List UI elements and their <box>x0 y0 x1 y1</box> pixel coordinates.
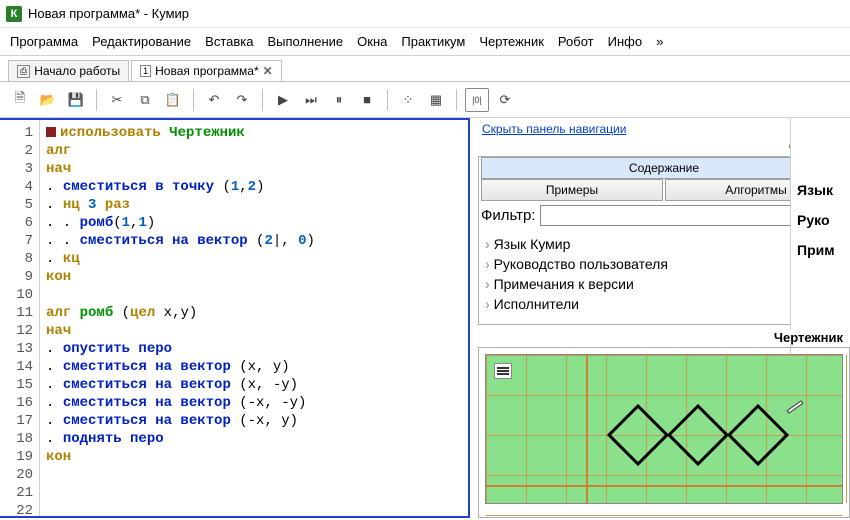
breakpoint-icon[interactable] <box>46 127 56 137</box>
code-editor[interactable]: использовать Чертежникалгнач. сместиться… <box>40 120 468 516</box>
code-line[interactable]: . поднять перо <box>46 430 462 448</box>
step-icon[interactable]: ⏭ <box>299 88 323 112</box>
menu-Редактирование[interactable]: Редактирование <box>92 34 191 49</box>
menu-Окна[interactable]: Окна <box>357 34 387 49</box>
tab-label: Начало работы <box>34 64 120 78</box>
modules-icon[interactable]: ⁘ <box>396 88 420 112</box>
code-line[interactable]: нач <box>46 322 462 340</box>
paste-icon[interactable]: 📋 <box>161 88 185 112</box>
new-file-icon[interactable]: 🗎 <box>8 88 32 112</box>
code-line[interactable]: . . ромб(1,1) <box>46 214 462 232</box>
diamond-shape <box>727 404 789 466</box>
code-line[interactable]: кон <box>46 448 462 466</box>
code-line[interactable]: . опустить перо <box>46 340 462 358</box>
run-icon[interactable]: ▶ <box>271 88 295 112</box>
code-line[interactable] <box>46 502 462 520</box>
side-topic[interactable]: Прим <box>797 242 844 258</box>
editor-tab[interactable]: ⎙ Начало работы <box>8 60 129 81</box>
right-panels: Скрыть панель навигации Справка Содержан… <box>470 118 850 518</box>
tabbar: ⎙ Начало работы 1 Новая программа* ✕ <box>0 56 850 82</box>
side-topic[interactable]: Руко <box>797 212 844 228</box>
code-line[interactable] <box>46 466 462 484</box>
code-line[interactable]: алг <box>46 142 462 160</box>
menu-»[interactable]: » <box>656 34 663 49</box>
pen-icon <box>786 400 803 414</box>
window-title: Новая программа* - Кумир <box>28 6 189 21</box>
code-line[interactable]: . сместиться на вектор (-x, -y) <box>46 394 462 412</box>
close-icon[interactable]: ✕ <box>263 64 273 78</box>
code-line[interactable]: использовать Чертежник <box>46 124 462 142</box>
copy-icon[interactable]: ⧉ <box>133 88 157 112</box>
stop-icon[interactable]: ■ <box>355 88 379 112</box>
menu-Чертежник[interactable]: Чертежник <box>479 34 544 49</box>
save-icon[interactable]: 💾 <box>64 88 88 112</box>
tab-label: Новая программа* <box>155 64 259 78</box>
code-line[interactable]: . сместиться в точку (1,2) <box>46 178 462 196</box>
separator <box>387 89 388 111</box>
code-line[interactable]: . кц <box>46 250 462 268</box>
separator <box>193 89 194 111</box>
menu-Выполнение[interactable]: Выполнение <box>267 34 343 49</box>
separator <box>96 89 97 111</box>
filter-label: Фильтр: <box>481 207 536 224</box>
menu-Программа[interactable]: Программа <box>10 34 78 49</box>
open-file-icon[interactable]: 📂 <box>36 88 60 112</box>
diamond-shape <box>667 404 729 466</box>
code-line[interactable] <box>46 286 462 304</box>
drawer-canvas[interactable] <box>485 354 843 504</box>
undo-icon[interactable]: ↶ <box>202 88 226 112</box>
toolbar: 🗎 📂 💾 ✂ ⧉ 📋 ↶ ↷ ▶ ⏭ ⏸ ■ ⁘ ▦ |0| ⟳ <box>0 82 850 118</box>
tab-examples[interactable]: Примеры <box>481 179 663 201</box>
separator <box>262 89 263 111</box>
menubar: Программа Редактирование Вставка Выполнение… <box>0 28 850 56</box>
diamond-shape <box>607 404 669 466</box>
code-line[interactable]: алг ромб (цел x,y) <box>46 304 462 322</box>
menu-Робот[interactable]: Робот <box>558 34 594 49</box>
pause-icon[interactable]: ⏸ <box>327 88 351 112</box>
app-icon: К <box>6 6 22 22</box>
code-line[interactable] <box>46 484 462 502</box>
code-line[interactable]: . сместиться на вектор (-x, y) <box>46 412 462 430</box>
drawer-panel: Чертежник <box>478 347 850 518</box>
code-line[interactable]: нач <box>46 160 462 178</box>
menu-Практикум[interactable]: Практикум <box>401 34 465 49</box>
menu-Инфо[interactable]: Инфо <box>608 34 642 49</box>
tab-icon: 1 <box>140 65 151 77</box>
tab-icon: ⎙ <box>17 65 30 78</box>
code-line[interactable]: кон <box>46 268 462 286</box>
settings-icon[interactable]: ▦ <box>424 88 448 112</box>
separator <box>456 89 457 111</box>
drawer-title: Чертежник <box>768 330 849 345</box>
redo-icon[interactable]: ↷ <box>230 88 254 112</box>
code-line[interactable]: . сместиться на вектор (x, -y) <box>46 376 462 394</box>
canvas-menu-icon[interactable] <box>494 363 512 379</box>
refresh-icon[interactable]: ⟳ <box>493 88 517 112</box>
editor-pane: 12345678910111213141516171819202122 испо… <box>0 118 470 518</box>
counter-icon[interactable]: |0| <box>465 88 489 112</box>
titlebar: К Новая программа* - Кумир <box>0 0 850 28</box>
editor-tab[interactable]: 1 Новая программа* ✕ <box>131 60 282 81</box>
main-area: 12345678910111213141516171819202122 испо… <box>0 118 850 518</box>
side-topic[interactable]: Язык <box>797 182 844 198</box>
code-line[interactable]: . . сместиться на вектор (2|, 0) <box>46 232 462 250</box>
cut-icon[interactable]: ✂ <box>105 88 129 112</box>
menu-Вставка[interactable]: Вставка <box>205 34 253 49</box>
code-line[interactable]: . сместиться на вектор (x, y) <box>46 358 462 376</box>
code-line[interactable]: . нц 3 раз <box>46 196 462 214</box>
line-gutter: 12345678910111213141516171819202122 <box>0 120 40 516</box>
